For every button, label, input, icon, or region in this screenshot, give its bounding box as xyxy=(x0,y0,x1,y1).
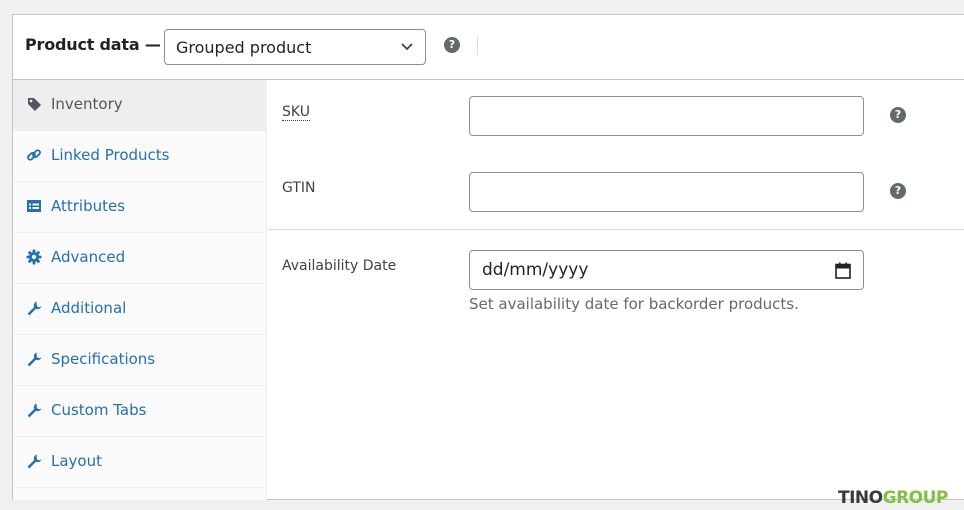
product-data-tabs: Inventory Linked Products Attributes Adv… xyxy=(13,80,267,500)
sku-label: SKU xyxy=(282,104,310,121)
tab-label: Specifications xyxy=(51,350,156,368)
tag-icon xyxy=(28,98,41,111)
tab-attributes[interactable]: Attributes xyxy=(13,182,266,233)
tab-linked-products[interactable]: Linked Products xyxy=(13,131,266,182)
availability-date-label: Availability Date xyxy=(282,258,397,274)
wrench-icon xyxy=(27,301,42,316)
help-icon[interactable]: ? xyxy=(890,183,906,199)
gear-icon xyxy=(26,249,42,265)
tab-advanced[interactable]: Advanced xyxy=(13,233,266,284)
product-data-panel: Product data — Grouped product ? Invento… xyxy=(12,14,964,500)
chevron-down-icon xyxy=(401,43,413,51)
tab-label: Additional xyxy=(51,299,127,317)
brand-watermark: TINOGROUP xyxy=(838,488,948,508)
tab-label: Attributes xyxy=(51,197,126,215)
tab-layout[interactable]: Layout xyxy=(13,437,266,488)
gtin-label: GTIN xyxy=(282,180,316,196)
tab-label: Custom Tabs xyxy=(51,401,147,419)
brand-part1: TINO xyxy=(838,488,883,508)
section-divider xyxy=(268,229,964,231)
help-icon[interactable]: ? xyxy=(444,37,460,53)
availability-date-input[interactable]: dd/mm/yyyy xyxy=(469,250,864,290)
tab-label: Layout xyxy=(51,452,102,470)
tab-inventory[interactable]: Inventory xyxy=(13,80,266,131)
brand-part2: GROUP xyxy=(882,488,949,508)
panel-header: Product data — Grouped product ? xyxy=(13,15,964,80)
wrench-icon xyxy=(27,352,42,367)
tab-additional[interactable]: Additional xyxy=(13,284,266,335)
help-icon[interactable]: ? xyxy=(890,107,906,123)
inventory-panel: SKU ? GTIN ? Availability Date dd/mm/yyy… xyxy=(268,80,964,500)
list-icon xyxy=(27,200,41,212)
panel-title: Product data — xyxy=(25,35,161,54)
sku-input[interactable] xyxy=(469,96,864,136)
tab-specifications[interactable]: Specifications xyxy=(13,335,266,386)
link-icon xyxy=(27,149,41,161)
tab-label: Linked Products xyxy=(51,146,170,164)
calendar-icon[interactable] xyxy=(835,262,851,279)
tab-label: Advanced xyxy=(51,248,126,266)
wrench-icon xyxy=(27,403,42,418)
header-divider xyxy=(477,37,478,55)
wrench-icon xyxy=(27,454,42,469)
tab-label: Inventory xyxy=(51,95,123,113)
tab-custom-tabs[interactable]: Custom Tabs xyxy=(13,386,266,437)
gtin-input[interactable] xyxy=(469,172,864,212)
page: Product data — Grouped product ? Invento… xyxy=(0,0,964,510)
product-type-value: Grouped product xyxy=(176,38,312,57)
product-type-select[interactable]: Grouped product xyxy=(164,29,426,65)
availability-date-description: Set availability date for backorder prod… xyxy=(469,295,799,313)
date-placeholder: dd/mm/yyyy xyxy=(482,260,589,280)
